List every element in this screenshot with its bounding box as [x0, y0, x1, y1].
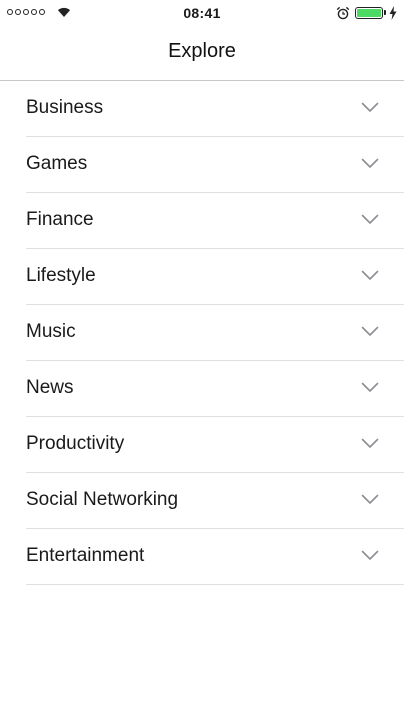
category-label: Social Networking [26, 489, 179, 510]
chevron-down-icon[interactable] [361, 326, 379, 337]
chevron-down-icon[interactable] [361, 550, 379, 561]
chevron-down-icon[interactable] [361, 158, 379, 169]
navigation-bar: Explore [0, 26, 404, 81]
battery-tip [384, 10, 386, 15]
category-row[interactable]: Finance [26, 193, 404, 249]
chevron-down-icon[interactable] [361, 214, 379, 225]
category-row[interactable]: Social Networking [26, 473, 404, 529]
page-title: Explore [168, 40, 236, 62]
chevron-down-icon[interactable] [361, 382, 379, 393]
chevron-down-icon[interactable] [361, 438, 379, 449]
category-list: Business Games Finance Lifestyle Music News Pr… [0, 81, 404, 585]
category-label: Productivity [26, 433, 125, 454]
status-bar: 08:41 [0, 0, 404, 26]
charging-bolt-icon [389, 6, 397, 20]
category-row[interactable]: News [26, 361, 404, 417]
category-label: Lifestyle [26, 265, 96, 286]
battery-level-fill [357, 9, 381, 17]
alarm-clock-icon [336, 6, 350, 20]
explore-screen: 08:41 Explore Business Games Finance Lifest… [0, 0, 404, 720]
chevron-down-icon[interactable] [361, 102, 379, 113]
category-label: Games [26, 153, 88, 174]
chevron-down-icon[interactable] [361, 494, 379, 505]
category-label: Finance [26, 209, 94, 230]
category-label: News [26, 377, 74, 398]
category-row[interactable]: Games [26, 137, 404, 193]
category-row[interactable]: Productivity [26, 417, 404, 473]
category-label: Entertainment [26, 545, 145, 566]
chevron-down-icon[interactable] [361, 270, 379, 281]
category-label: Business [26, 97, 104, 118]
category-row[interactable]: Music [26, 305, 404, 361]
category-row[interactable]: Business [26, 81, 404, 137]
category-label: Music [26, 321, 76, 342]
category-row[interactable]: Entertainment [26, 529, 404, 585]
category-row[interactable]: Lifestyle [26, 249, 404, 305]
battery-icon [355, 7, 383, 19]
